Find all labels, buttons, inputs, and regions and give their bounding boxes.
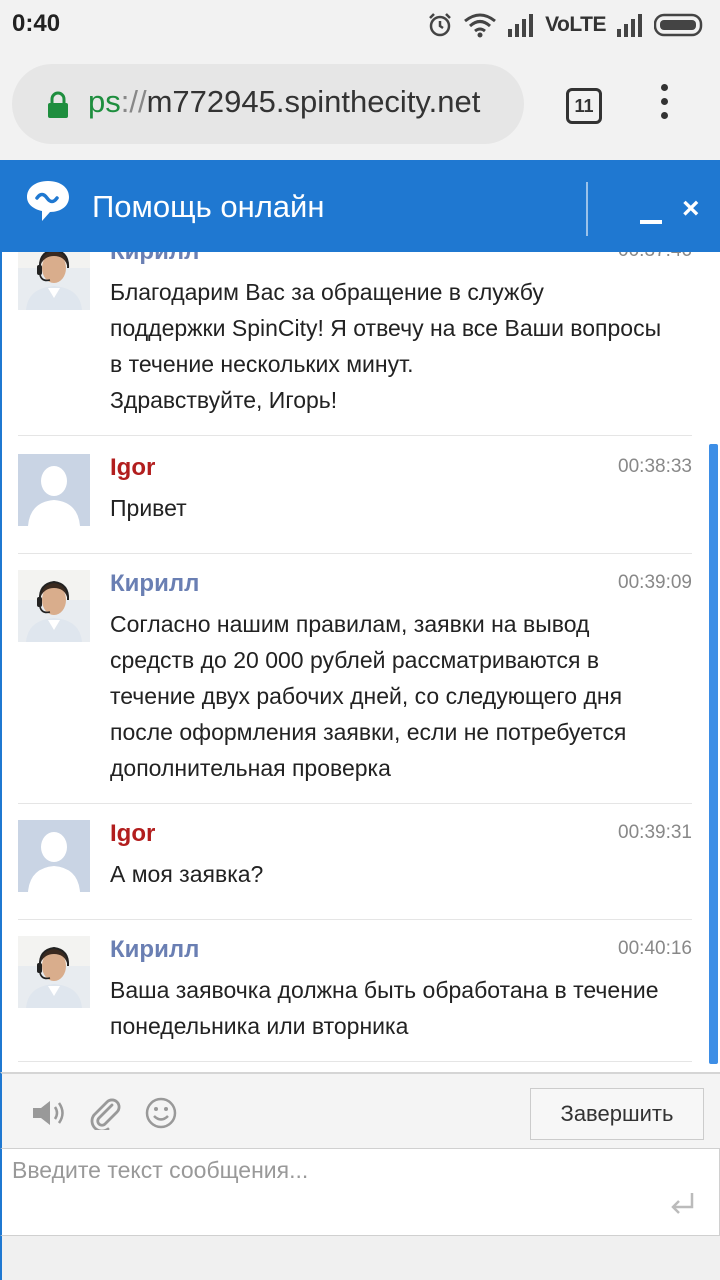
enter-send-icon[interactable] <box>668 1191 696 1217</box>
message-line: А моя заявка? <box>110 861 264 887</box>
chat-message: Кирилл 00:37:46 Благодарим Вас за обращени… <box>18 252 692 436</box>
signal-icon-2 <box>617 14 642 37</box>
header-divider <box>586 182 588 236</box>
message-text: Благодарим Вас за обращение в службу подд… <box>110 274 692 418</box>
message-line: понедельника или вторника <box>110 1013 409 1039</box>
message-time: 00:39:31 <box>618 822 692 843</box>
status-icons: VoLTE <box>427 10 706 40</box>
message-line: Благодарим Вас за обращение в службу <box>110 279 544 305</box>
message-line: поддержки SpinCity! Я отвечу на все Ваши… <box>110 315 662 341</box>
status-bar: 0:40 VoLTE <box>0 0 720 50</box>
menu-dot <box>660 84 668 91</box>
message-input[interactable] <box>12 1157 652 1227</box>
menu-dot <box>660 98 668 105</box>
chat-message: Igor 00:38:33 Привет <box>18 454 692 554</box>
message-author: Igor <box>110 454 156 481</box>
user-avatar <box>18 454 90 526</box>
message-time: 00:38:33 <box>618 456 692 477</box>
alarm-icon <box>429 13 451 37</box>
paperclip-icon[interactable] <box>88 1096 122 1130</box>
message-line: Ваша заявочка должна быть обработана в т… <box>110 977 659 1003</box>
message-line: Здравствуйте, Игорь! <box>110 387 338 413</box>
chat-message: Кирилл 00:39:09 Согласно нашим правилам, з… <box>18 570 692 804</box>
message-input-area <box>0 1148 720 1236</box>
chat-toolbar: Завершить <box>0 1072 720 1148</box>
signal-icon <box>508 14 534 37</box>
message-line: в течение нескольких минут. <box>110 351 414 377</box>
url-host: m772945.spinthecity.net <box>146 84 481 119</box>
chat-title: Помощь онлайн <box>92 189 325 224</box>
chat-logo-icon <box>27 181 69 221</box>
tab-switcher-button[interactable]: 11 <box>566 88 602 124</box>
message-text: Привет <box>110 490 692 526</box>
url-separator: :// <box>120 84 147 119</box>
message-line: Привет <box>110 495 187 521</box>
message-author: Кирилл <box>110 936 200 963</box>
message-line: дополнительная проверка <box>110 755 391 781</box>
bottom-strip <box>0 1236 720 1280</box>
finish-chat-button[interactable]: Завершить <box>530 1088 704 1140</box>
chat-header: Помощь онлайн <box>0 160 720 252</box>
message-text: А моя заявка? <box>110 856 692 892</box>
chat-message: Кирилл 00:40:16 Ваша заявочка должна быть … <box>18 936 692 1062</box>
scrollbar-track[interactable] <box>708 252 720 1072</box>
message-line: течение двух рабочих дней, со следующего… <box>110 683 623 709</box>
message-time: 00:37:46 <box>618 252 692 262</box>
browser-menu-button[interactable] <box>652 84 676 128</box>
chat-messages[interactable]: Кирилл 00:37:46 Благодарим Вас за обращени… <box>0 252 720 1072</box>
battery-icon <box>654 13 703 37</box>
speaker-icon[interactable] <box>30 1096 70 1130</box>
volte-label: VoLTE <box>545 13 606 36</box>
message-text: Согласно нашим правилам, заявки на вывод… <box>110 606 692 786</box>
smiley-icon[interactable] <box>144 1096 178 1130</box>
lock-icon <box>48 91 68 118</box>
scrollbar-thumb[interactable] <box>709 444 718 1064</box>
message-author: Igor <box>110 820 156 847</box>
minimize-icon <box>640 220 662 224</box>
message-line: Согласно нашим правилам, заявки на вывод <box>110 611 590 637</box>
message-time: 00:39:09 <box>618 572 692 593</box>
url-scheme: ps <box>88 84 121 119</box>
user-avatar <box>18 820 90 892</box>
chat-message: Igor 00:39:31 А моя заявка? <box>18 820 692 920</box>
message-author: Кирилл <box>110 570 200 597</box>
message-line: после оформления заявки, если не потребу… <box>110 719 627 745</box>
status-time: 0:40 <box>12 10 61 37</box>
url-text[interactable]: ps://m772945.spinthecity.net <box>88 84 480 120</box>
agent-avatar <box>18 252 90 310</box>
message-time: 00:40:16 <box>618 938 692 959</box>
agent-avatar <box>18 936 90 1008</box>
message-author: Кирилл <box>110 252 199 266</box>
message-line: средств до 20 000 рублей рассматриваются… <box>110 647 600 673</box>
browser-toolbar: ps://m772945.spinthecity.net 11 <box>0 50 720 160</box>
agent-avatar <box>18 570 90 642</box>
address-bar[interactable]: ps://m772945.spinthecity.net <box>12 64 524 144</box>
message-text: Ваша заявочка должна быть обработана в т… <box>110 972 692 1044</box>
close-button[interactable]: × <box>682 192 700 226</box>
minimize-button[interactable] <box>640 204 664 224</box>
wifi-icon <box>464 13 497 38</box>
menu-dot <box>660 112 668 119</box>
